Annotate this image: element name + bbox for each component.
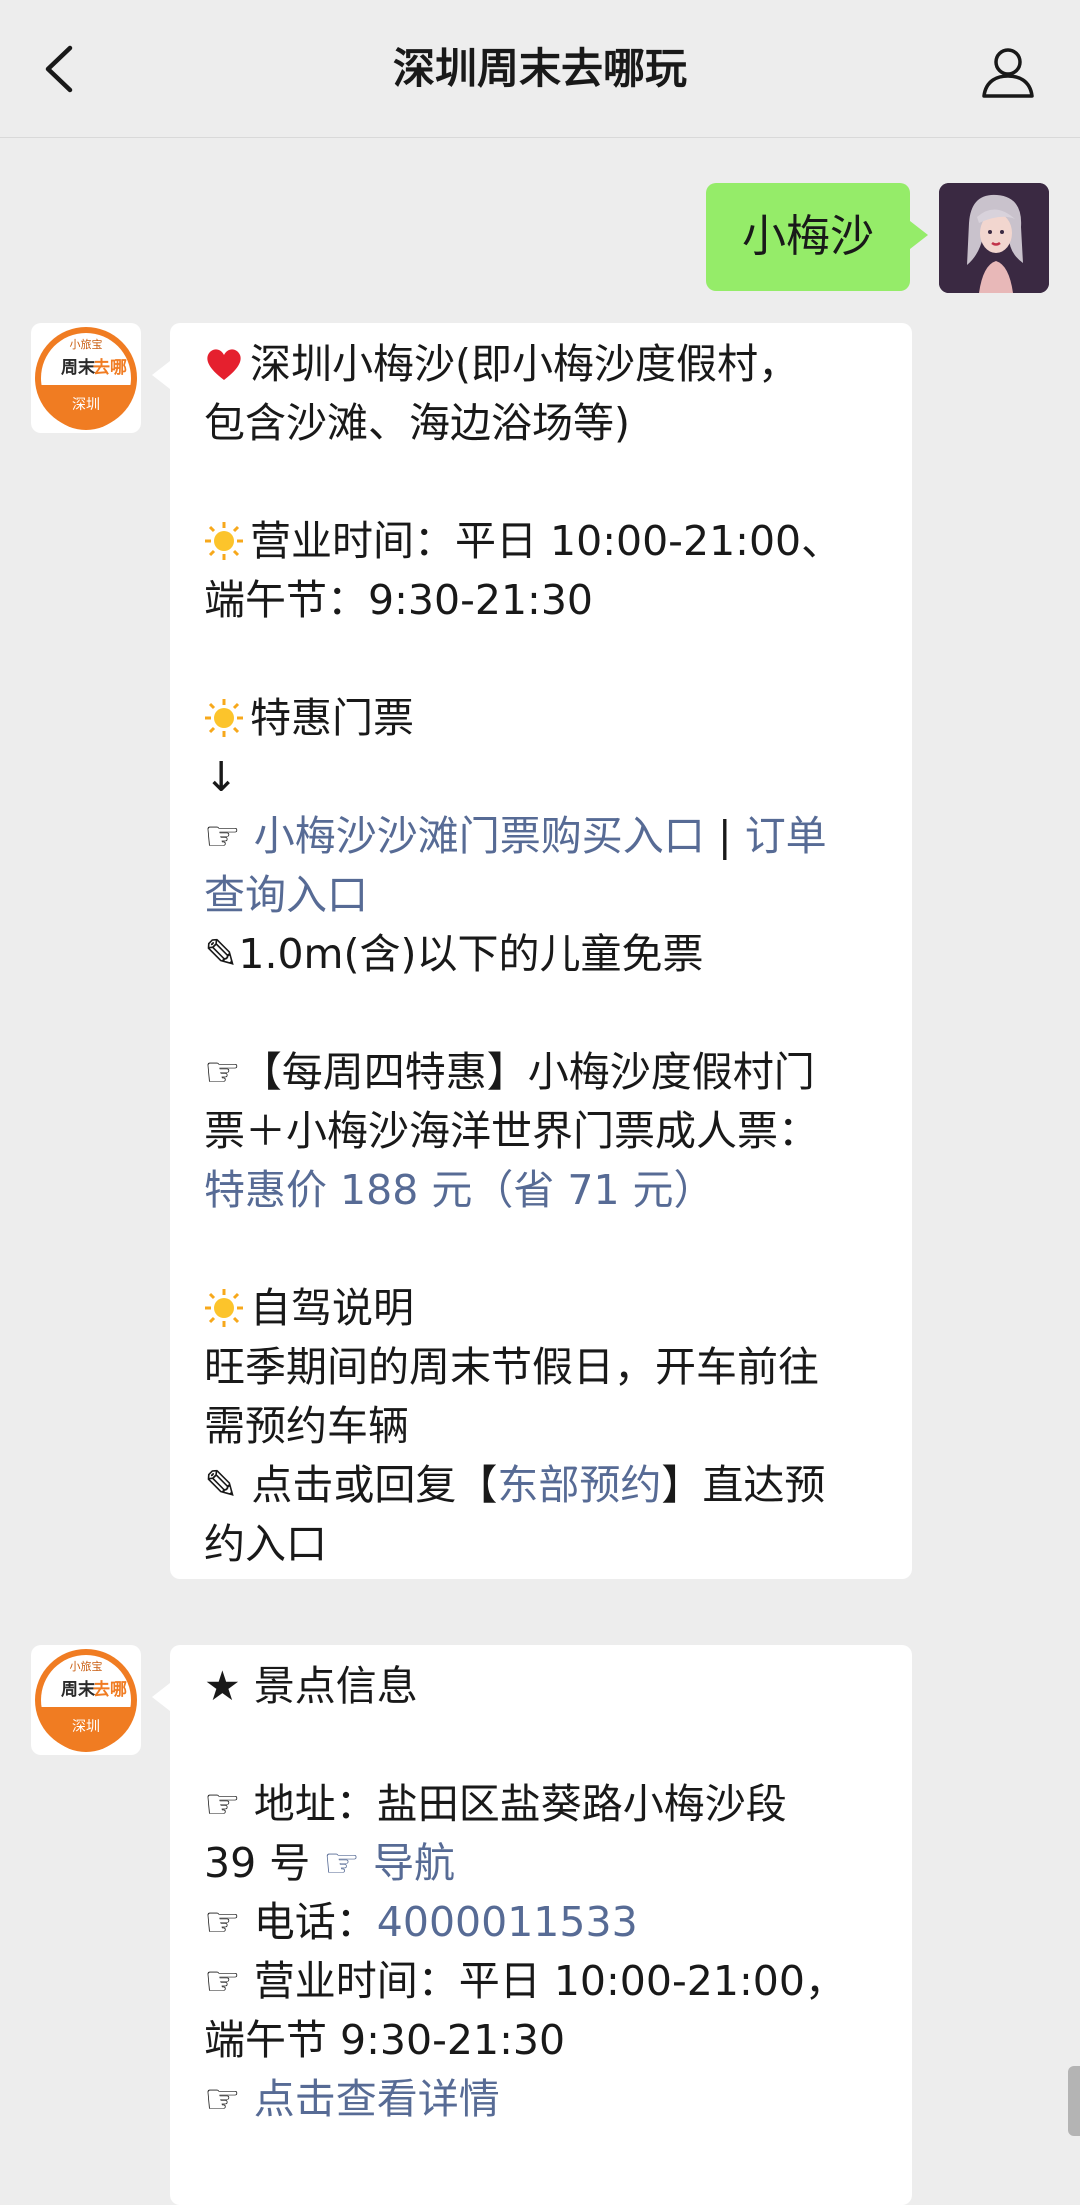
message-line: ✎ 点击或回复【东部预约】直达预 xyxy=(204,1461,826,1509)
message-line: 查询入口 xyxy=(204,866,882,925)
brand-bottom-text: 深圳 xyxy=(72,397,100,413)
ticket-purchase-link[interactable]: 小梅沙沙滩门票购买入口 xyxy=(254,812,705,860)
message-line: ☞ 营业时间：平日 10:00-21:00， xyxy=(204,1957,846,2005)
profile-icon[interactable] xyxy=(980,44,1036,100)
special-price-link[interactable]: 特惠价 188 元（省 71 元） xyxy=(204,1166,715,1214)
brand-main-text-b: 去哪 xyxy=(93,1679,127,1700)
sun-icon xyxy=(204,1279,250,1338)
message-line: 特惠门票 xyxy=(204,689,882,748)
message-line: ☞ 点击查看详情 xyxy=(204,2075,500,2123)
message-line: 端午节：9:30-21:30 xyxy=(204,576,594,624)
brand-logo: 小旅宝 周末 去哪 深圳 xyxy=(35,1649,137,1752)
chat-title: 深圳周末去哪玩 xyxy=(392,44,687,93)
message-line: 旺季期间的周末节假日，开车前往 xyxy=(204,1343,819,1391)
message-line: ★ 景点信息 xyxy=(204,1662,418,1710)
phone-link[interactable]: 4000011533 xyxy=(377,1898,638,1946)
message-line: 39 号 ☞ 导航 xyxy=(204,1839,456,1887)
message-line: ☞ 电话：4000011533 xyxy=(204,1898,638,1946)
user-avatar-image xyxy=(939,183,1049,293)
user-avatar[interactable] xyxy=(939,183,1049,293)
down-arrow-text: ↓ xyxy=(204,753,239,801)
message-line: 票＋小梅沙海洋世界门票成人票： xyxy=(204,1107,819,1155)
brand-logo: 小旅宝 周末 去哪 深圳 xyxy=(35,327,137,430)
outgoing-bubble[interactable]: 小梅沙 xyxy=(706,183,928,291)
message-line: 特惠价 188 元（省 71 元） xyxy=(204,1161,882,1220)
message-line: ☞ 小梅沙沙滩门票购买入口 | 订单 xyxy=(204,812,827,860)
incoming-message-bubble[interactable]: ★ 景点信息 ☞ 地址：盐田区盐葵路小梅沙段 39 号 ☞ 导航 ☞ 电话：40… xyxy=(152,1645,912,2205)
message-line: 需预约车辆 xyxy=(204,1402,409,1450)
brand-bottom-text: 深圳 xyxy=(72,1719,100,1735)
message-line: ☞【每周四特惠】小梅沙度假村门 xyxy=(204,1048,815,1096)
message-line: 包含沙滩、海边浴场等) xyxy=(204,399,630,447)
message-line: 深圳小梅沙(即小梅沙度假村， xyxy=(204,335,882,394)
brand-top-text: 小旅宝 xyxy=(70,1659,103,1673)
brand-main-text-a: 周末 xyxy=(61,1679,96,1700)
sun-icon xyxy=(204,512,250,571)
order-query-link-cont[interactable]: 查询入口 xyxy=(204,871,368,919)
message-line: 端午节 9:30-21:30 xyxy=(204,2016,566,2064)
view-details-link[interactable]: 点击查看详情 xyxy=(254,2075,500,2123)
message-line: 自驾说明 xyxy=(204,1279,882,1338)
navigation-link[interactable]: 导航 xyxy=(373,1839,455,1887)
official-account-avatar[interactable]: 小旅宝 周末 去哪 深圳 xyxy=(31,1645,141,1755)
message-line: ✎1.0m(含)以下的儿童免票 xyxy=(204,930,704,978)
message-line: 约入口 xyxy=(204,1520,327,1568)
official-account-avatar[interactable]: 小旅宝 周末 去哪 深圳 xyxy=(31,323,141,433)
sun-icon xyxy=(204,689,250,748)
east-reservation-link[interactable]: 东部预约 xyxy=(497,1461,661,1509)
top-bar: 深圳周末去哪玩 xyxy=(0,0,1080,138)
brand-top-text: 小旅宝 xyxy=(70,337,103,351)
scrollbar-thumb[interactable] xyxy=(1068,2066,1080,2136)
outgoing-message-row: 小梅沙 xyxy=(0,180,1080,294)
brand-main-text-a: 周末 xyxy=(61,357,96,378)
incoming-message-bubble[interactable]: 深圳小梅沙(即小梅沙度假村， 包含沙滩、海边浴场等) 营业时间：平日 10:00… xyxy=(152,323,912,1579)
brand-main-text-b: 去哪 xyxy=(93,357,127,378)
message-line: 营业时间：平日 10:00-21:00、 xyxy=(204,512,882,571)
message-line: ☞ 地址：盐田区盐葵路小梅沙段 xyxy=(204,1780,787,1828)
order-query-link[interactable]: 订单 xyxy=(745,812,827,860)
red-heart-icon xyxy=(204,335,250,394)
